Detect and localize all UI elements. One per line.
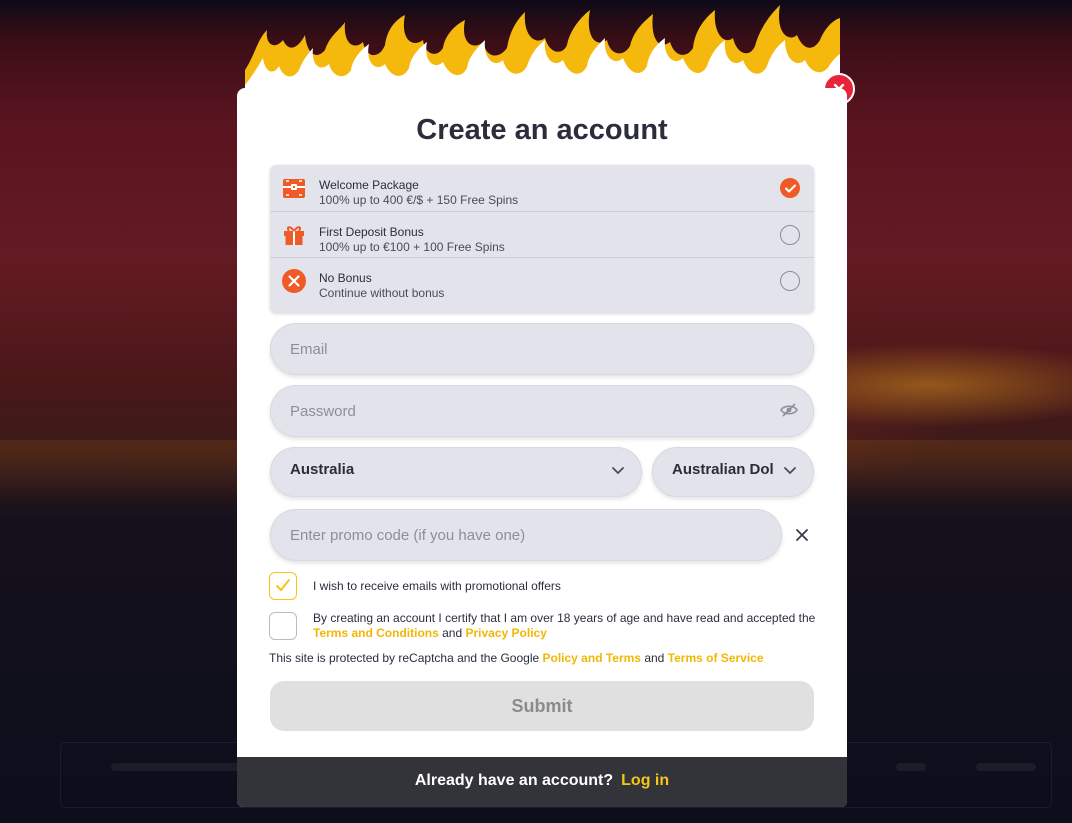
- terms-text: By creating an account I certify that I …: [313, 611, 816, 625]
- promo-code-input[interactable]: [270, 509, 782, 561]
- promo-field-wrapper: [270, 509, 782, 561]
- treasure-chest-icon: [283, 179, 305, 198]
- flames-decoration: [245, 5, 840, 100]
- bonus-radio-selected[interactable]: [780, 178, 800, 198]
- modal-title: Create an account: [416, 114, 668, 146]
- terms-checkbox[interactable]: [269, 612, 297, 640]
- bonus-title: No Bonus: [319, 271, 372, 285]
- terms-and-text: and: [438, 626, 466, 640]
- login-link[interactable]: Log in: [621, 772, 669, 789]
- bonus-option-no-bonus[interactable]: No Bonus Continue without bonus: [270, 257, 814, 303]
- terms-and-conditions-link[interactable]: Terms and Conditions: [313, 626, 439, 640]
- chevron-down-icon: [612, 467, 624, 475]
- recaptcha-notice: This site is protected by reCaptcha and …: [269, 651, 764, 665]
- bonus-title: Welcome Package: [319, 178, 419, 192]
- email-input[interactable]: [270, 323, 814, 375]
- promo-emails-checkbox[interactable]: [269, 572, 297, 600]
- currency-select[interactable]: Australian Doll: [652, 447, 814, 497]
- recaptcha-and-text: and: [640, 651, 668, 665]
- bonus-description: 100% up to 400 €/$ + 150 Free Spins: [319, 193, 519, 207]
- recaptcha-text: This site is protected by reCaptcha and …: [269, 651, 543, 665]
- email-field-wrapper: [270, 323, 814, 375]
- signup-modal: Create an account Welcome Package 100% u…: [237, 88, 847, 807]
- bonus-option-welcome-package[interactable]: Welcome Package 100% up to 400 €/$ + 150…: [270, 165, 814, 211]
- country-select[interactable]: Australia: [270, 447, 642, 497]
- promo-emails-label: I wish to receive emails with promotiona…: [313, 579, 561, 593]
- close-icon[interactable]: [795, 528, 809, 542]
- chevron-down-icon: [784, 467, 796, 475]
- bonus-description: Continue without bonus: [319, 286, 445, 300]
- password-input[interactable]: [270, 385, 814, 437]
- bonus-description: 100% up to €100 + 100 Free Spins: [319, 240, 505, 254]
- checkmark-icon: [276, 579, 290, 591]
- eye-hidden-icon[interactable]: [780, 403, 798, 417]
- currency-value: Australian Doll: [672, 461, 774, 478]
- gift-icon: [284, 226, 304, 245]
- policy-and-terms-link[interactable]: Policy and Terms: [543, 651, 641, 665]
- checkmark-icon: [784, 184, 796, 192]
- country-value: Australia: [290, 461, 355, 478]
- bonus-radio[interactable]: [780, 271, 800, 291]
- terms-label: By creating an account I certify that I …: [313, 611, 818, 641]
- terms-of-service-link[interactable]: Terms of Service: [668, 651, 764, 665]
- bonus-radio[interactable]: [780, 225, 800, 245]
- bonus-title: First Deposit Bonus: [319, 225, 424, 239]
- login-footer: Already have an account? Log in: [237, 757, 847, 807]
- login-prompt: Already have an account?: [414, 772, 614, 789]
- password-field-wrapper: [270, 385, 814, 437]
- bonus-option-first-deposit[interactable]: First Deposit Bonus 100% up to €100 + 10…: [270, 211, 814, 257]
- bonus-selector: Welcome Package 100% up to 400 €/$ + 150…: [270, 165, 814, 313]
- submit-button[interactable]: Submit: [270, 681, 814, 731]
- no-bonus-icon: [282, 269, 306, 293]
- privacy-policy-link[interactable]: Privacy Policy: [466, 626, 547, 640]
